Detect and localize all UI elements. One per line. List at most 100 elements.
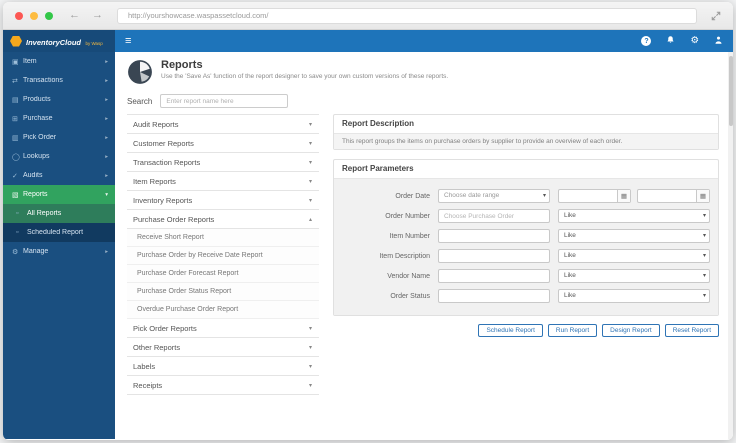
sidebar-item-manage[interactable]: ⚙ Manage ▸ [3, 242, 115, 261]
report-description-title: Report Description [342, 119, 415, 128]
group-label: Transaction Reports [133, 157, 201, 167]
report-po-status[interactable]: Purchase Order Status Report [127, 283, 319, 301]
schedule-report-button[interactable]: Schedule Report [478, 324, 543, 337]
operator-value: Like [564, 292, 576, 299]
caret-down-icon: ▾ [702, 213, 706, 219]
item-number-operator-select[interactable]: Like ▾ [558, 229, 710, 243]
notifications-bell-icon[interactable] [666, 32, 675, 50]
search-input[interactable] [160, 94, 289, 108]
chevron-down-icon: ▾ [308, 382, 312, 389]
sidebar-item-pick-order[interactable]: ▥ Pick Order ▸ [3, 128, 115, 147]
chevron-down-icon: ▾ [308, 140, 312, 147]
caret-down-icon: ▾ [702, 273, 706, 279]
end-date-input[interactable]: ▦ [637, 189, 710, 203]
caret-down-icon: ▾ [702, 233, 706, 239]
order-status-operator-select[interactable]: Like ▾ [558, 289, 710, 303]
sidebar-item-reports[interactable]: ▧ Reports ▾ [3, 185, 115, 204]
date-range-select[interactable]: Choose date range ▾ [438, 189, 550, 203]
group-labels[interactable]: Labels ▾ [127, 357, 319, 376]
vertical-scrollbar[interactable] [728, 52, 733, 439]
reports-icon: ▧ [12, 191, 19, 199]
sidebar-item-scheduled-report[interactable]: ▫ Scheduled Report [3, 223, 115, 242]
back-icon[interactable]: ← [69, 10, 80, 21]
chevron-right-icon: ▸ [105, 172, 108, 179]
logo-title: InventoryCloud [26, 38, 82, 47]
group-receipts[interactable]: Receipts ▾ [127, 376, 319, 395]
report-link-label: Purchase Order Forecast Report [137, 270, 239, 277]
report-po-forecast[interactable]: Purchase Order Forecast Report [127, 265, 319, 283]
order-number-label: Order Number [385, 212, 430, 220]
start-date-input[interactable]: ▦ [558, 189, 631, 203]
user-account-icon[interactable] [714, 32, 723, 50]
lookups-icon: ◯ [12, 153, 20, 161]
reports-page-icon [127, 59, 153, 90]
sidebar-item-purchase[interactable]: ⊞ Purchase ▸ [3, 109, 115, 128]
report-link-label: Overdue Purchase Order Report [137, 306, 239, 313]
search-label: Search [127, 96, 153, 106]
calendar-icon[interactable]: ▦ [617, 190, 630, 202]
group-audit-reports[interactable]: Audit Reports ▾ [127, 115, 319, 134]
run-report-button[interactable]: Run Report [547, 324, 598, 337]
minimize-window-button[interactable] [30, 11, 38, 20]
group-pick-order-reports[interactable]: Pick Order Reports ▾ [127, 319, 319, 338]
chevron-down-icon: ▾ [308, 344, 312, 351]
chevron-right-icon: ▸ [105, 58, 108, 65]
group-item-reports[interactable]: Item Reports ▾ [127, 172, 319, 191]
report-po-by-receive-date[interactable]: Purchase Order by Receive Date Report [127, 247, 319, 265]
reset-report-button[interactable]: Reset Report [664, 324, 719, 337]
settings-gear-icon[interactable]: ⚙ [690, 36, 699, 46]
report-receive-short[interactable]: Receive Short Report [127, 229, 319, 247]
param-row-order-number: Order Number Like ▾ [334, 206, 710, 226]
report-description-text: This report groups the items on purchase… [334, 133, 718, 149]
group-label: Pick Order Reports [133, 323, 197, 333]
sidebar-item-transactions[interactable]: ⇄ Transactions ▸ [3, 71, 115, 90]
sidebar-item-audits[interactable]: ✓ Audits ▸ [3, 166, 115, 185]
menu-icon[interactable]: ≡ [125, 35, 131, 47]
group-customer-reports[interactable]: Customer Reports ▾ [127, 134, 319, 153]
param-row-item-number: Item Number Like ▾ [334, 226, 710, 246]
sidebar-item-lookups[interactable]: ◯ Lookups ▸ [3, 147, 115, 166]
sidebar-item-item[interactable]: ▣ Item ▸ [3, 52, 115, 71]
all-reports-icon: ▫ [16, 210, 19, 217]
caret-down-icon: ▾ [702, 253, 706, 259]
order-status-input[interactable] [438, 289, 550, 303]
chevron-right-icon: ▸ [105, 77, 108, 84]
group-inventory-reports[interactable]: Inventory Reports ▾ [127, 191, 319, 210]
help-icon[interactable]: ? [641, 36, 652, 46]
group-transaction-reports[interactable]: Transaction Reports ▾ [127, 153, 319, 172]
sidebar-item-label: Reports [23, 191, 48, 198]
group-other-reports[interactable]: Other Reports ▾ [127, 338, 319, 357]
operator-value: Like [564, 252, 576, 259]
maximize-window-button[interactable] [45, 11, 53, 20]
sidebar-item-products[interactable]: ▤ Products ▸ [3, 90, 115, 109]
sidebar-item-all-reports[interactable]: ▫ All Reports [3, 204, 115, 223]
audits-icon: ✓ [12, 172, 18, 180]
item-description-operator-select[interactable]: Like ▾ [558, 249, 710, 263]
item-icon: ▣ [12, 58, 19, 66]
item-number-input[interactable] [438, 229, 550, 243]
chevron-down-icon: ▾ [105, 191, 108, 198]
design-report-button[interactable]: Design Report [602, 324, 660, 337]
vendor-name-input[interactable] [438, 269, 550, 283]
expand-icon[interactable] [711, 11, 721, 21]
report-overdue-po[interactable]: Overdue Purchase Order Report [127, 301, 319, 319]
sidebar-item-label: Pick Order [23, 134, 57, 141]
group-purchase-order-reports[interactable]: Purchase Order Reports ▴ [127, 210, 319, 229]
sidebar-item-label: Lookups [23, 153, 50, 160]
close-window-button[interactable] [15, 11, 23, 20]
vendor-name-operator-select[interactable]: Like ▾ [558, 269, 710, 283]
chevron-down-icon: ▾ [308, 178, 312, 185]
app-logo[interactable]: InventoryCloud by Wasp [3, 30, 115, 52]
address-bar[interactable]: http://yourshowcase.waspassetcloud.com/ [117, 7, 697, 24]
param-row-item-description: Item Description Like ▾ [334, 246, 710, 266]
order-number-operator-select[interactable]: Like ▾ [558, 209, 710, 223]
forward-icon[interactable]: → [92, 10, 103, 21]
order-number-input[interactable] [438, 209, 550, 223]
scrollbar-thumb[interactable] [728, 56, 733, 126]
group-label: Customer Reports [133, 138, 194, 148]
item-description-input[interactable] [438, 249, 550, 263]
page-title: Reports [161, 59, 203, 71]
pick-order-icon: ▥ [12, 134, 19, 142]
main-content: Reports Use the 'Save As' function of th… [115, 52, 733, 439]
calendar-icon[interactable]: ▦ [696, 190, 709, 202]
